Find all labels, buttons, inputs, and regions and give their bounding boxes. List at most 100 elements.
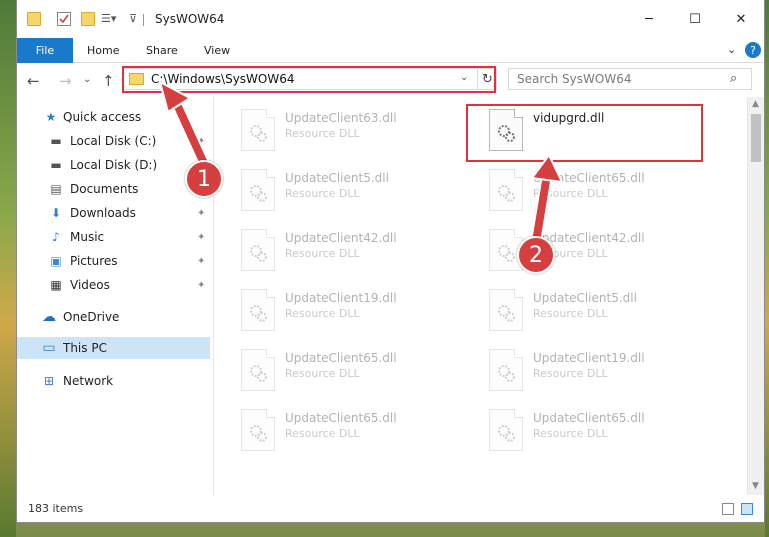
file-item[interactable]: UpdateClient19.dll Resource DLL: [485, 345, 725, 397]
sidebar-item-label: Downloads: [70, 206, 136, 220]
sidebar-item-onedrive[interactable]: ☁ OneDrive: [17, 306, 210, 328]
file-item[interactable]: UpdateClient5.dll Resource DLL: [485, 285, 725, 337]
navigation-bar: ← → ⌄ ↑ C:\Windows\SysWOW64 ⌄ ↻ Search S…: [17, 63, 764, 97]
search-icon[interactable]: ⌕: [730, 71, 737, 86]
sidebar-item-label: Local Disk (C:): [70, 134, 157, 148]
documents-icon: ▤: [50, 182, 62, 196]
file-item[interactable]: UpdateClient63.dll Resource DLL: [237, 105, 477, 157]
file-name: UpdateClient65.dll: [285, 411, 397, 425]
sidebar-item-pictures[interactable]: ▣ Pictures ✦: [17, 250, 210, 272]
help-icon[interactable]: ?: [745, 42, 761, 58]
network-icon: ⊞: [43, 374, 55, 388]
dll-file-icon: [489, 409, 523, 451]
pin-icon[interactable]: ✦: [197, 136, 205, 147]
file-type: Resource DLL: [285, 247, 360, 260]
sidebar-item-downloads[interactable]: ⬇ Downloads ✦: [17, 202, 210, 224]
file-highlight-box: [466, 104, 703, 162]
file-name: UpdateClient65.dll: [533, 411, 645, 425]
file-item[interactable]: UpdateClient65.dll Resource DLL: [485, 405, 725, 457]
large-icons-view-icon[interactable]: [741, 503, 753, 515]
file-name: UpdateClient5.dll: [533, 291, 637, 305]
sidebar-item-label: Documents: [70, 182, 139, 196]
forward-button[interactable]: →: [59, 72, 72, 90]
address-highlight-box: [122, 66, 496, 93]
pin-icon[interactable]: ✦: [197, 232, 205, 243]
search-placeholder: Search SysWOW64: [517, 72, 632, 86]
navigation-pane: ★ Quick access ▬ Local Disk (C:) ✦ ▬ Loc…: [17, 97, 214, 495]
close-button[interactable]: ✕: [718, 0, 764, 38]
vertical-scrollbar[interactable]: ▲ ▼: [747, 97, 764, 495]
pin-icon[interactable]: ✦: [197, 280, 205, 291]
file-item[interactable]: UpdateClient5.dll Resource DLL: [237, 165, 477, 217]
tab-home[interactable]: Home: [87, 38, 119, 63]
recent-locations-icon[interactable]: ⌄: [83, 74, 91, 85]
sidebar-item-label: Videos: [70, 278, 110, 292]
status-bar: 183 items: [17, 495, 764, 522]
title-bar: ☰▾ ⊽ SysWOW64 ─ ☐ ✕: [17, 0, 764, 38]
file-name: UpdateClient19.dll: [285, 291, 397, 305]
file-item[interactable]: UpdateClient65.dll Resource DLL: [237, 345, 477, 397]
drive-icon: ▬: [50, 158, 62, 172]
file-explorer-window: ☰▾ ⊽ SysWOW64 ─ ☐ ✕ File Home Share View…: [16, 0, 765, 523]
sidebar-item-local-disk-d[interactable]: ▬ Local Disk (D:): [17, 154, 210, 176]
tab-view[interactable]: View: [204, 38, 230, 63]
sidebar-item-label: Pictures: [70, 254, 118, 268]
desktop-background: [765, 0, 769, 537]
file-type: Resource DLL: [285, 307, 360, 320]
tab-share[interactable]: Share: [146, 38, 178, 63]
file-item[interactable]: UpdateClient65.dll Resource DLL: [485, 165, 725, 217]
file-name: UpdateClient63.dll: [285, 111, 397, 125]
sidebar-item-label: Local Disk (D:): [70, 158, 158, 172]
file-item[interactable]: UpdateClient65.dll Resource DLL: [237, 405, 477, 457]
file-type: Resource DLL: [285, 127, 360, 140]
sidebar-item-this-pc[interactable]: ▭ This PC: [17, 337, 210, 359]
file-name: UpdateClient42.dll: [285, 231, 397, 245]
folder-icon: [27, 12, 41, 26]
dll-file-icon: [241, 109, 275, 151]
file-name: UpdateClient65.dll: [533, 171, 645, 185]
sidebar-item-videos[interactable]: ▦ Videos ✦: [17, 274, 210, 296]
sidebar-item-quick-access[interactable]: ★ Quick access: [17, 106, 210, 128]
sidebar-item-music[interactable]: ♪ Music ✦: [17, 226, 210, 248]
pin-icon[interactable]: ✦: [197, 256, 205, 267]
file-name: UpdateClient65.dll: [285, 351, 397, 365]
file-item[interactable]: UpdateClient19.dll Resource DLL: [237, 285, 477, 337]
sidebar-item-documents[interactable]: ▤ Documents: [17, 178, 210, 200]
file-item[interactable]: UpdateClient42.dll Resource DLL: [237, 225, 477, 277]
file-type: Resource DLL: [533, 187, 608, 200]
up-button[interactable]: ↑: [102, 72, 115, 90]
tab-file[interactable]: File: [17, 38, 73, 63]
file-type: Resource DLL: [533, 427, 608, 440]
dll-file-icon: [241, 289, 275, 331]
details-view-icon[interactable]: [722, 503, 734, 515]
dll-file-icon: [241, 169, 275, 211]
pin-icon[interactable]: ✦: [197, 208, 205, 219]
maximize-button[interactable]: ☐: [672, 0, 718, 38]
scrollbar-thumb[interactable]: [751, 114, 761, 162]
pictures-icon: ▣: [50, 254, 62, 268]
expand-ribbon-icon[interactable]: ⌄: [727, 43, 736, 56]
title-separator: [143, 14, 144, 26]
step-1-badge: 1: [185, 160, 223, 198]
minimize-button[interactable]: ─: [626, 0, 672, 38]
file-type: Resource DLL: [285, 367, 360, 380]
scroll-down-icon[interactable]: ▼: [752, 481, 759, 491]
new-folder-icon[interactable]: [81, 12, 95, 26]
cloud-icon: ☁: [42, 309, 56, 325]
scroll-up-icon[interactable]: ▲: [752, 99, 759, 109]
sidebar-item-local-disk-c[interactable]: ▬ Local Disk (C:) ✦: [17, 130, 210, 152]
dll-file-icon: [241, 229, 275, 271]
dll-file-icon: [241, 409, 275, 451]
sidebar-item-network[interactable]: ⊞ Network: [17, 370, 210, 392]
search-input[interactable]: Search SysWOW64 ⌕: [508, 68, 752, 90]
back-button[interactable]: ←: [27, 72, 40, 90]
dll-file-icon: [241, 349, 275, 391]
file-type: Resource DLL: [285, 187, 360, 200]
videos-icon: ▦: [50, 278, 62, 292]
sidebar-item-label: Network: [63, 374, 114, 388]
quick-access-dropdown-icon[interactable]: ⊽: [129, 12, 143, 26]
customize-toolbar-icon[interactable]: ☰▾: [101, 12, 116, 26]
desktop-background: [0, 0, 16, 537]
properties-icon[interactable]: [57, 12, 71, 26]
sidebar-item-label: Quick access: [63, 110, 142, 124]
